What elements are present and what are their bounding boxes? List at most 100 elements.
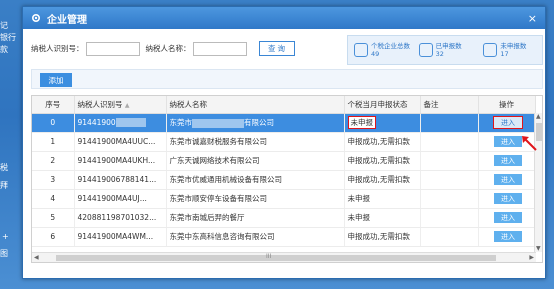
- stat-declared[interactable]: 已申报数 32: [418, 42, 478, 58]
- horizontal-scrollbar[interactable]: ◀ III ▶: [32, 252, 536, 262]
- cell-status: 未申报: [344, 189, 421, 209]
- scroll-up-icon[interactable]: ▲: [536, 113, 541, 120]
- table-row[interactable]: 2 91441900MA4UKH... 广东天诚网络技术有限公司 申报成功,无需…: [32, 151, 536, 171]
- dialog-titlebar[interactable]: 企业管理 ×: [23, 7, 545, 29]
- scroll-thumb[interactable]: III: [56, 253, 496, 261]
- table-row[interactable]: 4 91441900MA4UJ... 东莞市顺安停车设备有限公司 未申报 进入: [32, 189, 536, 209]
- enter-button[interactable]: 进入: [494, 231, 522, 242]
- stat-label: 未申报数: [500, 42, 527, 50]
- cell-taxpayer-id: 91441900MA4UKH...: [74, 151, 167, 171]
- enter-button[interactable]: 进入: [494, 174, 522, 185]
- taxpayer-name-label: 纳税人名称：: [145, 44, 191, 53]
- cell-note: [420, 132, 479, 152]
- cell-status: 申报成功,无需扣款: [344, 132, 421, 152]
- cell-action: 进入: [478, 227, 536, 247]
- cell-no: 5: [32, 208, 75, 228]
- cell-action: 进入: [478, 113, 536, 133]
- annotation-arrow-icon: [522, 136, 537, 151]
- cell-note: [420, 208, 479, 228]
- header-status[interactable]: 个税当月申报状态: [344, 96, 421, 114]
- enter-button[interactable]: 进入: [493, 116, 523, 129]
- taxpayer-name-input[interactable]: [192, 41, 247, 56]
- enter-button[interactable]: 进入: [494, 212, 522, 223]
- cell-taxpayer-name: 东莞市顺安停车设备有限公司: [166, 189, 345, 209]
- cell-no: 0: [32, 113, 75, 133]
- sort-asc-icon[interactable]: ▲: [125, 102, 130, 109]
- stat-undeclared[interactable]: 未申报数 17: [483, 42, 542, 58]
- cell-status: 未申报: [344, 113, 421, 133]
- stat-total[interactable]: 个税企业总数 49: [354, 42, 413, 58]
- cell-action: 进入: [478, 151, 536, 171]
- doc-check-icon: [418, 43, 433, 57]
- scroll-left-icon[interactable]: ◀: [34, 254, 39, 261]
- cell-note: [420, 113, 479, 133]
- cell-taxpayer-name: 东莞市诚嘉财税服务有限公司: [166, 132, 345, 152]
- cell-status: 未申报: [344, 208, 421, 228]
- stat-value: 32: [435, 50, 444, 58]
- cell-taxpayer-id: 91441900MA4WM...: [74, 227, 167, 247]
- cell-taxpayer-name: 东莞市优威通用机械设备有限公司: [166, 170, 345, 190]
- dialog-title: 企业管理: [47, 14, 87, 26]
- table-row[interactable]: 5 420881198701032... 东莞市南城后羿的餐厅 未申报 进入: [32, 208, 536, 228]
- enterprise-table: 序号 纳税人识别号 ▲ 纳税人名称 个税当月申报状态 备注 操作 0 91441…: [31, 95, 543, 263]
- cell-taxpayer-id: 420881198701032...: [74, 208, 167, 228]
- taxpayer-id-label: 纳税人识别号：: [31, 44, 84, 53]
- cell-action: 进入: [478, 208, 536, 228]
- header-taxpayer-id[interactable]: 纳税人识别号 ▲: [74, 96, 167, 114]
- cell-note: [420, 189, 479, 209]
- grid-toolbar: 添加: [31, 69, 543, 89]
- taxpayer-id-input[interactable]: [85, 41, 140, 56]
- gear-icon: [31, 13, 41, 23]
- close-icon[interactable]: ×: [528, 12, 537, 25]
- status-highlight: 未申报: [347, 116, 376, 129]
- desktop-label: 图: [0, 249, 8, 258]
- redacted-block: [115, 118, 146, 128]
- desktop-label: 税: [0, 163, 8, 172]
- grip-icon: III: [266, 253, 272, 260]
- table-row[interactable]: 1 91441900MA4UUC... 东莞市诚嘉财税服务有限公司 申报成功,无…: [32, 132, 536, 152]
- cell-taxpayer-name: 东莞市南城后羿的餐厅: [166, 208, 345, 228]
- cell-taxpayer-id: 914419006788141...: [74, 170, 167, 190]
- redacted-block: [192, 118, 244, 128]
- users-icon: [354, 43, 368, 57]
- scroll-right-icon[interactable]: ▶: [529, 254, 534, 261]
- table-header-row: 序号 纳税人识别号 ▲ 纳税人名称 个税当月申报状态 备注 操作: [32, 96, 536, 114]
- desktop-label: 款: [0, 45, 8, 54]
- cell-note: [420, 170, 479, 190]
- stats-panel: 个税企业总数 49 已申报数 32 未申报数 17: [347, 35, 543, 65]
- table-row[interactable]: 6 91441900MA4WM... 东莞中东高科信息咨询有限公司 申报成功,无…: [32, 227, 536, 247]
- cell-action: 进入: [478, 189, 536, 209]
- enter-button[interactable]: 进入: [494, 193, 522, 204]
- cell-no: 6: [32, 227, 75, 247]
- cell-no: 2: [32, 151, 75, 171]
- cell-status: 申报成功,无需扣款: [344, 227, 421, 247]
- desktop-label: 记: [0, 21, 8, 30]
- cell-status: 申报成功,无需扣款: [344, 170, 421, 190]
- header-no[interactable]: 序号: [32, 96, 75, 114]
- scroll-down-icon[interactable]: ▼: [536, 245, 541, 252]
- stat-label: 个税企业总数: [371, 42, 410, 50]
- cell-taxpayer-id: 91441900: [74, 113, 167, 133]
- table-row[interactable]: 3 914419006788141... 东莞市优威通用机械设备有限公司 申报成…: [32, 170, 536, 190]
- table-row[interactable]: 0 91441900 东莞市 有限公司 未申报 进入: [32, 113, 536, 133]
- desktop-background: 记 银行 款 税 拜 + 图: [0, 0, 24, 289]
- cell-taxpayer-name: 广东天诚网络技术有限公司: [166, 151, 345, 171]
- header-taxpayer-name[interactable]: 纳税人名称: [166, 96, 345, 114]
- cell-note: [420, 151, 479, 171]
- enter-button[interactable]: 进入: [494, 136, 522, 147]
- add-button[interactable]: 添加: [40, 73, 72, 87]
- cell-taxpayer-name: 东莞中东高科信息咨询有限公司: [166, 227, 345, 247]
- cell-status: 申报成功,无需扣款: [344, 151, 421, 171]
- enterprise-management-dialog: 企业管理 × 纳税人识别号： 纳税人名称： 查 询 个税企业总数 49 已申报数 3…: [22, 6, 546, 279]
- header-action[interactable]: 操作: [478, 96, 536, 114]
- cell-no: 3: [32, 170, 75, 190]
- cell-note: [420, 227, 479, 247]
- header-note[interactable]: 备注: [420, 96, 479, 114]
- desktop-label: 银行: [0, 33, 16, 42]
- enter-button[interactable]: 进入: [494, 155, 522, 166]
- cell-taxpayer-id: 91441900MA4UUC...: [74, 132, 167, 152]
- cell-taxpayer-name: 东莞市 有限公司: [166, 113, 345, 133]
- query-button[interactable]: 查 询: [258, 41, 295, 56]
- cell-action: 进入: [478, 170, 536, 190]
- stat-value: 17: [500, 50, 509, 58]
